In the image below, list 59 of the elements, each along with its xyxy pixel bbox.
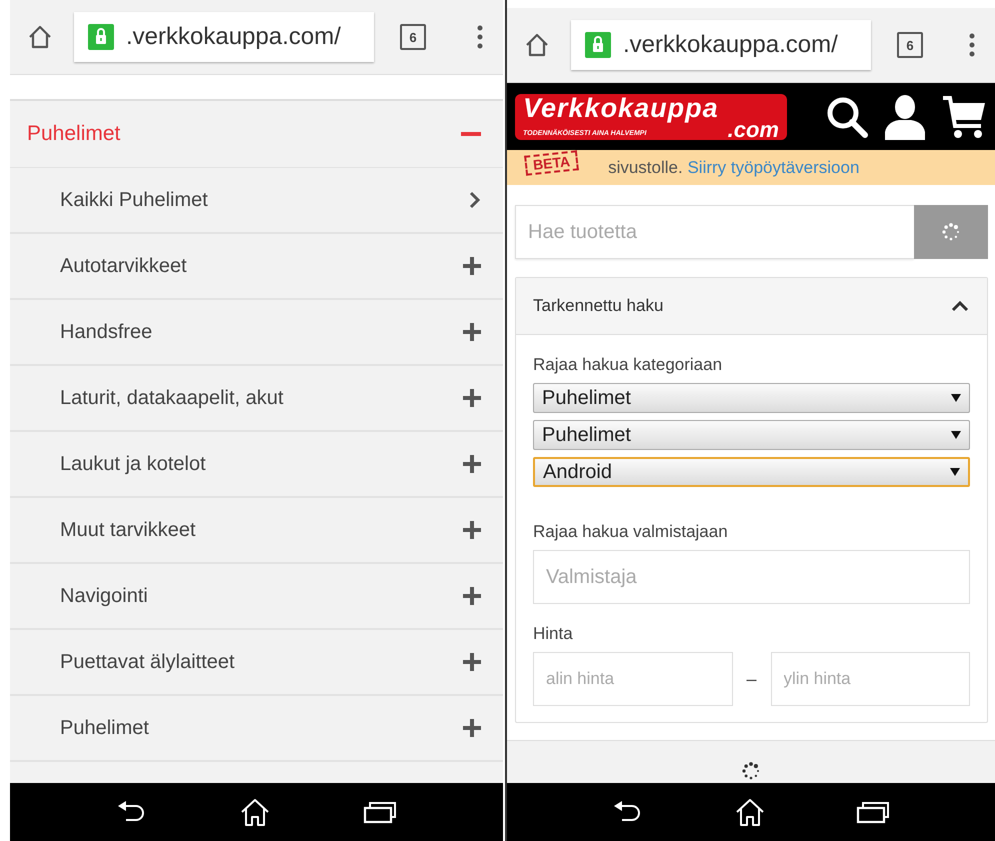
loading-spinner-icon xyxy=(741,761,761,781)
address-bar[interactable]: .verkkokauppa.com/ xyxy=(74,12,374,62)
advanced-search-toggle[interactable]: Tarkennettu haku xyxy=(516,278,987,335)
recent-apps-icon[interactable] xyxy=(363,800,398,824)
logo-domain: .com xyxy=(728,120,779,138)
banner-text: sivustolle. Siirry työpöytäversioon xyxy=(608,158,860,178)
url-text: .verkkokauppa.com/ xyxy=(623,31,838,59)
url-text: .verkkokauppa.com/ xyxy=(126,23,341,51)
lock-icon xyxy=(88,24,114,50)
tab-switcher-button[interactable]: 6 xyxy=(400,24,426,50)
logo-name: Verkkokauppa xyxy=(523,94,720,120)
menu-item[interactable]: Puhelimet xyxy=(10,696,503,762)
category-dropdown[interactable]: Android xyxy=(533,457,970,487)
recent-apps-icon[interactable] xyxy=(856,800,890,824)
dropdown-arrow-icon xyxy=(951,394,961,402)
min-price-field[interactable]: alin hinta xyxy=(533,652,732,706)
field-label: Hinta xyxy=(533,624,574,644)
dropdown-arrow-icon xyxy=(950,468,960,476)
menu-item[interactable]: Laturit, datakaapelit, akut xyxy=(10,366,503,432)
category-dropdown[interactable]: Puhelimet xyxy=(533,420,970,450)
category-dropdown[interactable]: Puhelimet xyxy=(533,383,970,413)
menu-item[interactable]: Laukut ja kotelot xyxy=(10,432,503,498)
category-header[interactable]: Puhelimet xyxy=(10,101,503,168)
menu-item[interactable]: Navigointi xyxy=(10,564,503,630)
menu-item[interactable]: Muut tarvikkeet xyxy=(10,498,503,564)
minus-icon xyxy=(461,132,481,136)
plus-icon xyxy=(463,521,481,539)
loading-spinner-icon xyxy=(941,222,961,242)
search-icon[interactable] xyxy=(825,94,869,138)
chevron-up-icon xyxy=(951,300,969,312)
tab-switcher-button[interactable]: 6 xyxy=(897,32,923,58)
plus-icon xyxy=(463,653,481,671)
field-label: Rajaa hakua kategoriaan xyxy=(533,355,724,375)
cart-icon[interactable] xyxy=(941,94,987,140)
max-price-field[interactable]: ylin hinta xyxy=(770,652,970,706)
plus-icon xyxy=(463,257,481,275)
plus-icon xyxy=(463,455,481,473)
lock-icon xyxy=(585,32,611,58)
field-label: Rajaa hakua valmistajaan xyxy=(533,522,729,542)
dropdown-arrow-icon xyxy=(951,431,961,439)
menu-item[interactable]: Puettavat älylaitteet xyxy=(10,630,503,696)
search-field[interactable]: Hae tuotetta xyxy=(515,205,914,259)
user-icon[interactable] xyxy=(883,94,927,140)
menu-icon[interactable] xyxy=(477,25,483,49)
home-icon[interactable] xyxy=(734,797,766,827)
address-bar[interactable]: .verkkokauppa.com/ xyxy=(571,20,871,70)
home-icon[interactable] xyxy=(239,797,272,827)
menu-item[interactable]: Handsfree xyxy=(10,300,503,366)
menu-item[interactable]: Autotarvikkeet xyxy=(10,234,503,300)
menu-item[interactable]: Kaikki Puhelimet xyxy=(10,168,503,234)
plus-icon xyxy=(463,587,481,605)
range-separator: – xyxy=(746,668,757,690)
plus-icon xyxy=(463,719,481,737)
plus-icon xyxy=(463,323,481,341)
chevron-right-icon xyxy=(469,191,481,209)
plus-icon xyxy=(463,389,481,407)
beta-stamp: BETA xyxy=(524,150,579,176)
manufacturer-field[interactable]: Valmistaja xyxy=(533,550,970,604)
menu-icon[interactable] xyxy=(969,33,975,57)
